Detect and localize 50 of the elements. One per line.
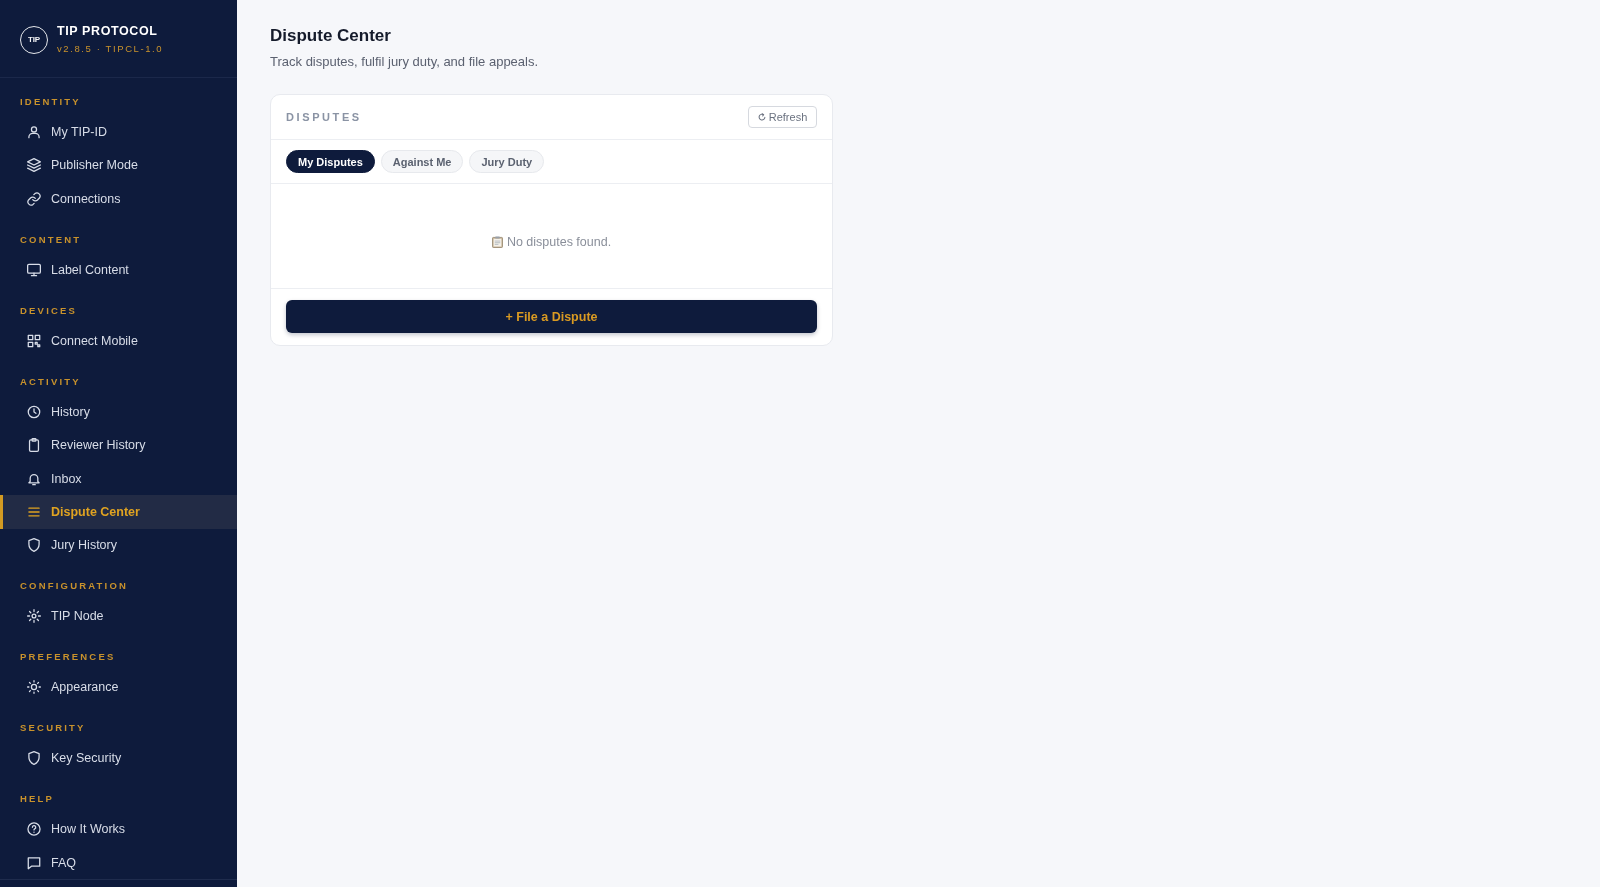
sidebar-item[interactable]: Connections xyxy=(0,182,237,216)
sidebar-item[interactable]: Inbox xyxy=(0,461,237,496)
page-title: Dispute Center xyxy=(270,25,392,47)
filter-tab[interactable]: Jury Duty xyxy=(469,150,545,173)
sidebar-item[interactable]: Appearance xyxy=(0,670,237,704)
sidebar-item[interactable]: FAQ xyxy=(0,845,237,879)
bell-icon xyxy=(27,471,41,486)
app-title: TIP PROTOCOL xyxy=(57,23,159,38)
card-title: DISPUTES xyxy=(286,111,362,123)
section-heading: PREFERENCES xyxy=(19,650,116,665)
clipboard-icon xyxy=(491,236,503,248)
sun-icon xyxy=(27,609,41,624)
qr-code-icon xyxy=(27,333,41,348)
file-dispute-button[interactable]: + File a Dispute xyxy=(286,300,817,333)
section-heading: CONFIGURATION xyxy=(19,579,129,594)
sidebar-item[interactable]: Label Content xyxy=(0,253,237,287)
sidebar-item[interactable]: My TIP-ID xyxy=(0,115,237,149)
sidebar-item[interactable]: Connect Mobile xyxy=(0,324,237,358)
filter-tab[interactable]: Against Me xyxy=(380,150,464,173)
section-heading: ACTIVITY xyxy=(19,374,81,389)
sidebar-item[interactable]: Jury History xyxy=(0,528,237,562)
refresh-button[interactable]: Refresh xyxy=(748,106,817,128)
clipboard-icon xyxy=(27,438,41,453)
shield-icon xyxy=(27,751,41,766)
clock-icon xyxy=(27,404,41,419)
section-heading: IDENTITY xyxy=(19,95,81,109)
user-icon xyxy=(27,125,41,139)
sidebar-item[interactable]: Publisher Mode xyxy=(0,148,237,183)
shield-icon xyxy=(27,538,41,553)
layers-icon xyxy=(27,158,41,173)
chat-bubble-icon xyxy=(27,855,41,870)
sidebar-item[interactable]: Reviewer History xyxy=(0,428,237,462)
sidebar-item[interactable]: How It Works xyxy=(0,812,237,846)
section-heading: HELP xyxy=(19,792,55,807)
filter-tab[interactable]: My Disputes xyxy=(286,150,375,173)
sidebar-item[interactable]: Dispute Center xyxy=(0,495,237,529)
section-heading: CONTENT xyxy=(19,232,82,247)
section-heading: DEVICES xyxy=(19,303,78,318)
sidebar-item[interactable]: Key Security xyxy=(0,741,237,775)
section-heading: SECURITY xyxy=(19,721,86,736)
empty-message: No disputes found. xyxy=(506,235,612,249)
sidebar-item[interactable]: TIP Node xyxy=(0,599,237,633)
link-icon xyxy=(27,191,41,206)
monitor-icon xyxy=(27,262,41,277)
version-label: v2.8.5 · TIPCL-1.0 xyxy=(57,42,164,54)
help-icon xyxy=(27,822,41,837)
sidebar-item[interactable]: History xyxy=(0,395,237,429)
refresh-icon xyxy=(757,113,766,121)
sun-icon xyxy=(27,680,41,695)
page-subtitle: Track disputes, fulfil jury duty, and file appeals. xyxy=(270,53,540,71)
